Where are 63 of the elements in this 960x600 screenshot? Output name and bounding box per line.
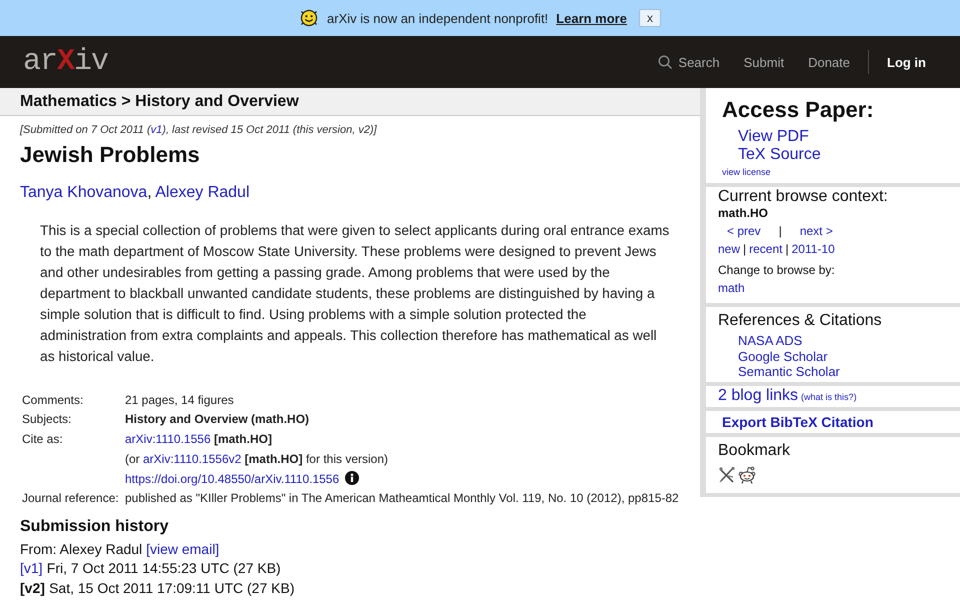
metadata-value: 21 pages, 14 figures (125, 392, 234, 407)
view-email-link[interactable]: [view email] (146, 540, 220, 557)
download-link[interactable]: View PDF (738, 128, 809, 146)
metadata-value: published as "KIller Problems" in The American Matheamtical Monthly Vol. 119, No. 10 (2012), pp815-82 (125, 490, 679, 505)
abstract-text: This is a special collection of problems that were given to select applicants during oral entrance exams to the math department of Moscow State University. These problems were designed to prevent Jews and other undesirables from getting a passing grade. Among problems that were used by the department to blackball unwanted candidate students, these problems are distinguished by having a simple solution that is difficult to find. Using problems with a simple solution protected the administration from extra complaints and appeals. This collection therefore has mathematical as well as historical value. (40, 221, 670, 366)
citation-service-link[interactable]: NASA ADS (738, 333, 802, 348)
arxiv-logo[interactable]: arXiv (23, 45, 108, 79)
export-citation-link[interactable]: Export BibTeX Citation (722, 412, 874, 430)
citation-link[interactable]: arXiv:1110.1556v2 (143, 452, 242, 466)
learn-more-link[interactable]: Learn more (556, 10, 627, 26)
author-list: Tanya Khovanova, Alexey Radul (20, 183, 250, 203)
browse-link[interactable]: math (718, 281, 745, 295)
sender-line: From: Alexey Radul [view email] (20, 540, 220, 558)
browse-link[interactable]: < prev (727, 224, 761, 238)
version-date: Fri, 7 Oct 2011 14:55:23 UTC (27 KB) (46, 560, 281, 578)
nav-link[interactable]: Donate (808, 54, 850, 70)
nav-link[interactable]: Submit (744, 54, 784, 70)
listing-links: new | recent | 2011-10 (718, 242, 835, 256)
browse-context: math.HO (718, 206, 768, 220)
metadata-label: Subjects: (21, 411, 72, 428)
panel-heading: Bookmark (718, 442, 790, 460)
panel-heading: References & Citations (718, 312, 882, 330)
browse-link[interactable]: 2011-10 (792, 242, 835, 256)
crossed-sticks-icon[interactable] (718, 466, 736, 484)
author-link[interactable]: Tanya Khovanova (20, 184, 148, 201)
panel-heading: Access Paper: (722, 97, 874, 123)
breadcrumb-bar: Mathematics > History and Overview (0, 88, 700, 116)
blog-links-link[interactable]: 2 blog links (718, 386, 798, 404)
metadata-value: History and Overview (math.HO) (125, 412, 310, 426)
browse-link[interactable]: next > (800, 224, 833, 238)
metadata-label: Comments: (21, 392, 84, 409)
close-button[interactable]: x (638, 9, 661, 27)
metadata-label: Cite as: (21, 430, 64, 448)
citation-link[interactable]: https://doi.org/10.48550/arXiv.1110.1556 (125, 472, 340, 486)
banner-message: arXiv is now an independent nonprofit! (327, 10, 548, 26)
alien-head-icon[interactable] (738, 466, 756, 484)
version-link[interactable]: v1 (150, 124, 162, 136)
help-link[interactable]: (what is this?) (801, 392, 857, 402)
panel-heading: Current browse context: (718, 188, 888, 206)
smiley-face-icon (299, 8, 320, 28)
search-icon (658, 55, 672, 69)
search-link[interactable]: Search (658, 54, 720, 70)
citation-link[interactable]: arXiv:1110.1556 (125, 432, 211, 446)
info-icon (345, 470, 360, 485)
license-link[interactable]: view license (722, 166, 771, 178)
author-link[interactable]: Alexey Radul (155, 184, 250, 201)
login-link[interactable]: Log in (887, 54, 926, 70)
metadata-value: arXiv:1110.1556 [math.HO] (125, 432, 272, 446)
submission-dateline: [Submitted on 7 Oct 2011 (v1), last revised 15 Oct 2011 (this version, v2)] (20, 123, 377, 137)
browse-link[interactable]: new (718, 242, 740, 256)
metadata-value: (or arXiv:1110.1556v2 [math.HO] for this version) (125, 452, 388, 466)
citation-service-link[interactable]: Semantic Scholar (738, 364, 840, 380)
version-label: [v2] (20, 580, 45, 597)
section-heading: Submission history (20, 516, 168, 537)
prev-next-links: < prev | next > (726, 224, 833, 238)
citation-service-link[interactable]: Google Scholar (738, 348, 828, 364)
version-date: Sat, 15 Oct 2011 17:09:11 UTC (27 KB) (49, 580, 294, 597)
metadata-label: Journal reference: (21, 490, 120, 507)
download-link[interactable]: TeX Source (738, 146, 821, 164)
paper-title: Jewish Problems (20, 142, 200, 168)
browse-label: Change to browse by: (718, 263, 835, 277)
browse-link[interactable]: recent (749, 242, 782, 256)
version-link[interactable]: [v1] (20, 560, 43, 578)
